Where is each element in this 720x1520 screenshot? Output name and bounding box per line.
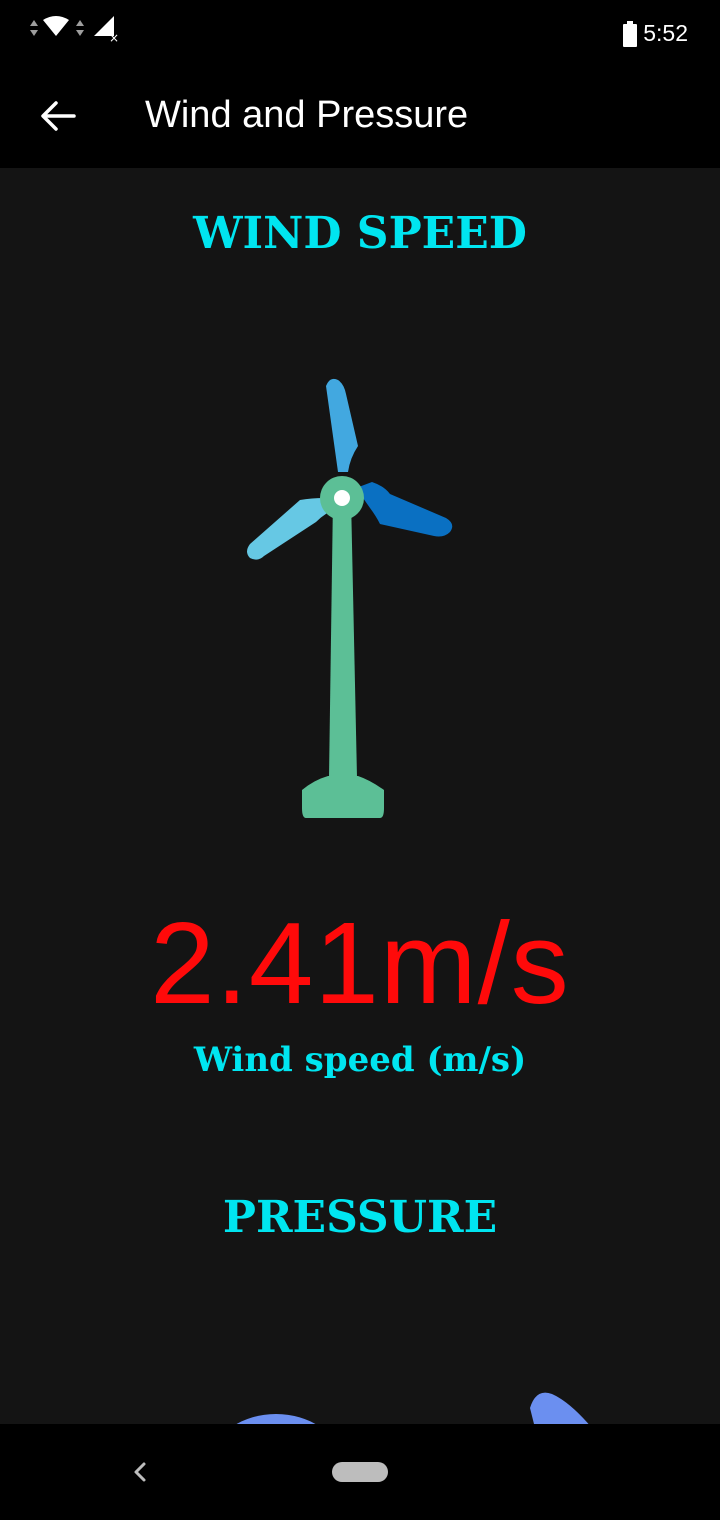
nav-back-button[interactable] [122,1454,158,1490]
turbine-tower [329,498,357,778]
wifi-icon [43,16,69,36]
back-button[interactable] [30,88,86,144]
nav-home-button[interactable] [332,1462,388,1482]
wind-speed-value: 2.41m/s [150,898,570,1028]
wind-turbine-icon [247,378,453,818]
wind-speed-heading: WIND SPEED [193,208,527,259]
arrow-left-icon [41,101,76,131]
pressure-heading: PRESSURE [222,1192,498,1243]
data-arrows-icon [76,20,84,36]
main-content[interactable]: WIND SPEED 2.41m/s Wind speed (m/s) PRES… [0,168,720,1448]
svg-text:×: × [109,31,119,45]
nav-back-icon [134,1462,146,1482]
signal-no-service-icon: × [94,16,119,45]
data-arrows-icon [30,20,38,36]
app-bar: Wind and Pressure [0,68,720,168]
turbine-base [302,776,384,818]
turbine-blade-right [356,482,453,537]
wind-speed-label: Wind speed (m/s) [193,1040,527,1080]
turbine-hub-center [334,490,350,506]
status-icons-left: × [30,16,119,45]
status-time: 5:52 [643,20,688,46]
status-bar: × 5:52 [0,0,720,68]
navigation-bar [0,1424,720,1520]
battery-icon [623,20,638,47]
page-title: Wind and Pressure [145,94,469,136]
turbine-blade-top [326,378,358,472]
